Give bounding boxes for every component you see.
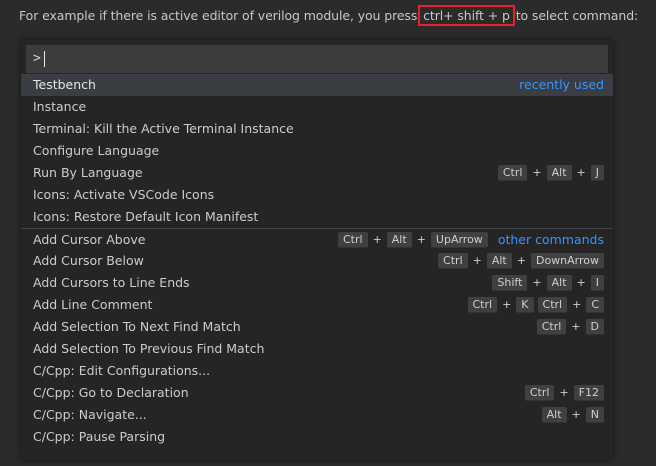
key-cap: Ctrl xyxy=(536,319,567,335)
key-cap: K xyxy=(516,297,534,313)
intro-before: For example if there is active editor of… xyxy=(19,8,422,23)
command-label: Instance xyxy=(33,99,87,114)
command-group-label: other commands xyxy=(497,232,604,247)
key-cap: Ctrl xyxy=(467,297,498,313)
command-group-label: recently used xyxy=(519,77,604,92)
command-item[interactable]: C/Cpp: Navigate... Alt + N xyxy=(21,404,613,426)
command-item[interactable]: Run By Language Ctrl + Alt + J xyxy=(21,162,613,184)
key-cap: Ctrl xyxy=(537,297,568,313)
command-label: Testbench xyxy=(33,77,96,92)
command-item[interactable]: Add Cursors to Line Ends Shift + Alt + I xyxy=(21,272,613,294)
key-plus: + xyxy=(416,233,426,246)
command-label: Add Cursor Above xyxy=(33,232,146,247)
key-cap: DownArrow xyxy=(530,253,604,269)
key-cap: Ctrl xyxy=(497,165,528,181)
command-keybinding: Shift + Alt + I xyxy=(492,272,604,294)
command-item[interactable]: Icons: Restore Default Icon Manifest xyxy=(21,206,613,228)
key-cap: Shift xyxy=(492,275,528,291)
key-cap: Ctrl xyxy=(337,232,368,248)
intro-text: For example if there is active editor of… xyxy=(19,5,639,26)
key-cap: Alt xyxy=(541,407,567,423)
command-keybinding: recently used xyxy=(509,74,604,96)
command-label: Add Selection To Previous Find Match xyxy=(33,341,265,356)
command-item[interactable]: Add Selection To Previous Find Match xyxy=(21,338,613,360)
key-plus: + xyxy=(576,166,586,179)
key-cap: I xyxy=(590,275,604,291)
command-label: C/Cpp: Go to Declaration xyxy=(33,385,189,400)
key-plus: + xyxy=(559,386,569,399)
key-cap: J xyxy=(590,165,604,181)
command-label: Add Line Comment xyxy=(33,297,153,312)
key-plus: + xyxy=(372,233,382,246)
shortcut-highlight: ctrl+ shift + p xyxy=(418,5,515,26)
command-item[interactable]: Terminal: Kill the Active Terminal Insta… xyxy=(21,118,613,140)
command-label: Terminal: Kill the Active Terminal Insta… xyxy=(33,121,294,136)
command-list: Testbench recently used Instance Terminal: … xyxy=(21,74,613,448)
command-input[interactable]: > xyxy=(26,45,608,73)
command-item[interactable]: Add Selection To Next Find Match Ctrl + D xyxy=(21,316,613,338)
command-item[interactable]: Add Cursor Below Ctrl + Alt + DownArrow xyxy=(21,250,613,272)
key-cap: Ctrl xyxy=(524,385,555,401)
key-cap: N xyxy=(585,407,604,423)
command-label: C/Cpp: Navigate... xyxy=(33,407,147,422)
key-plus: + xyxy=(472,254,482,267)
command-item[interactable]: C/Cpp: Edit Configurations... xyxy=(21,360,613,382)
command-label: Add Cursor Below xyxy=(33,253,144,268)
command-item[interactable]: Add Cursor Above Ctrl + Alt + UpArrow other co… xyxy=(21,228,613,250)
command-palette: > Testbench recently used Instance Terminal… xyxy=(21,40,613,460)
key-cap: Ctrl xyxy=(438,253,468,269)
key-plus: + xyxy=(576,276,586,289)
intro-after: to select command: xyxy=(511,8,639,23)
command-label: Icons: Restore Default Icon Manifest xyxy=(33,209,259,224)
key-plus: + xyxy=(571,320,581,333)
command-label: Add Selection To Next Find Match xyxy=(33,319,241,334)
command-item[interactable]: C/Cpp: Go to Declaration Ctrl + F12 xyxy=(21,382,613,404)
command-keybinding: Ctrl + F12 xyxy=(524,382,604,404)
text-caret xyxy=(44,51,45,67)
command-item[interactable]: Testbench recently used xyxy=(21,74,613,96)
key-plus: + xyxy=(571,408,581,421)
command-label: Icons: Activate VSCode Icons xyxy=(33,187,215,202)
key-plus: + xyxy=(572,298,582,311)
key-cap: Alt xyxy=(486,253,512,269)
key-cap: Alt xyxy=(386,232,412,248)
command-item[interactable]: C/Cpp: Pause Parsing xyxy=(21,426,613,448)
command-keybinding: Ctrl + Alt + DownArrow xyxy=(438,250,604,272)
command-item[interactable]: Icons: Activate VSCode Icons xyxy=(21,184,613,206)
key-cap: F12 xyxy=(573,385,604,401)
command-item[interactable]: Add Line Comment Ctrl + K Ctrl + C xyxy=(21,294,613,316)
key-cap: D xyxy=(585,319,604,335)
command-label: Run By Language xyxy=(33,165,143,180)
command-input-value: > xyxy=(33,51,41,66)
key-cap: Alt xyxy=(546,165,572,181)
command-item[interactable]: Configure Language xyxy=(21,140,613,162)
key-plus: + xyxy=(516,254,526,267)
command-label: Add Cursors to Line Ends xyxy=(33,275,190,290)
key-plus: + xyxy=(532,166,542,179)
command-keybinding: Ctrl + K Ctrl + C xyxy=(467,294,604,316)
key-plus: + xyxy=(532,276,542,289)
key-cap: UpArrow xyxy=(430,232,488,248)
command-label: C/Cpp: Edit Configurations... xyxy=(33,363,211,378)
key-plus: + xyxy=(502,298,512,311)
command-keybinding: Ctrl + D xyxy=(536,316,604,338)
key-cap: C xyxy=(586,297,604,313)
command-keybinding: Ctrl + Alt + J xyxy=(497,162,604,184)
command-label: Configure Language xyxy=(33,143,160,158)
command-label: C/Cpp: Pause Parsing xyxy=(33,429,166,444)
command-item[interactable]: Instance xyxy=(21,96,613,118)
key-cap: Alt xyxy=(546,275,572,291)
command-keybinding: Alt + N xyxy=(541,404,604,426)
command-keybinding: Ctrl + Alt + UpArrow other commands xyxy=(337,229,604,251)
